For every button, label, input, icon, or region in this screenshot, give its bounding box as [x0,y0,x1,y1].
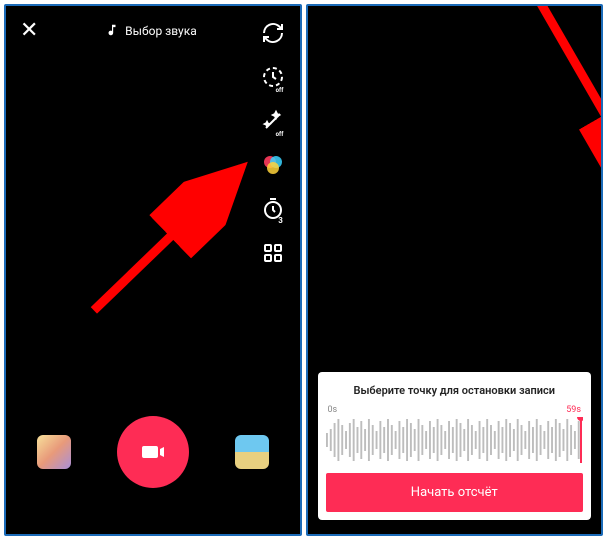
time-end-label: 59s [566,405,581,415]
waveform-icon [326,417,584,463]
speed-off-label: off [276,87,284,94]
camera-bottom-bar [6,416,300,488]
flip-camera-button[interactable] [260,20,286,46]
record-button[interactable] [117,416,189,488]
music-note-icon [105,23,119,40]
annotation-arrow [69,133,276,336]
camera-screen: ✕ Выбор звука off off 3 [4,4,302,536]
beauty-button[interactable]: off [260,108,286,134]
stop-point-marker[interactable] [580,417,582,463]
speed-button[interactable]: off [260,64,286,90]
timer-button[interactable]: 3 [260,196,286,222]
timer-bottom-sheet: Выберите точку для остановки записи 0s 5… [318,372,592,520]
camera-tools: off off 3 [260,20,286,266]
waveform-slider[interactable] [326,417,584,463]
annotation-arrow [463,4,603,233]
timer-sheet-screen: Выберите точку для остановки записи 0s 5… [306,4,604,536]
start-countdown-button[interactable]: Начать отсчёт [326,473,584,512]
time-labels: 0s 59s [326,405,584,415]
effects-button[interactable] [37,435,71,469]
timer-3-label: 3 [278,216,283,225]
gallery-button[interactable] [235,435,269,469]
sound-select-button[interactable]: Выбор звука [105,23,197,40]
close-button[interactable]: ✕ [20,20,38,42]
beauty-off-label: off [276,131,284,138]
video-camera-icon [138,440,168,464]
more-tools-button[interactable] [260,240,286,266]
sheet-title: Выберите точку для остановки записи [326,384,584,397]
sound-select-label: Выбор звука [125,24,197,38]
camera-header: ✕ Выбор звука [6,6,300,42]
time-start-label: 0s [328,405,338,415]
